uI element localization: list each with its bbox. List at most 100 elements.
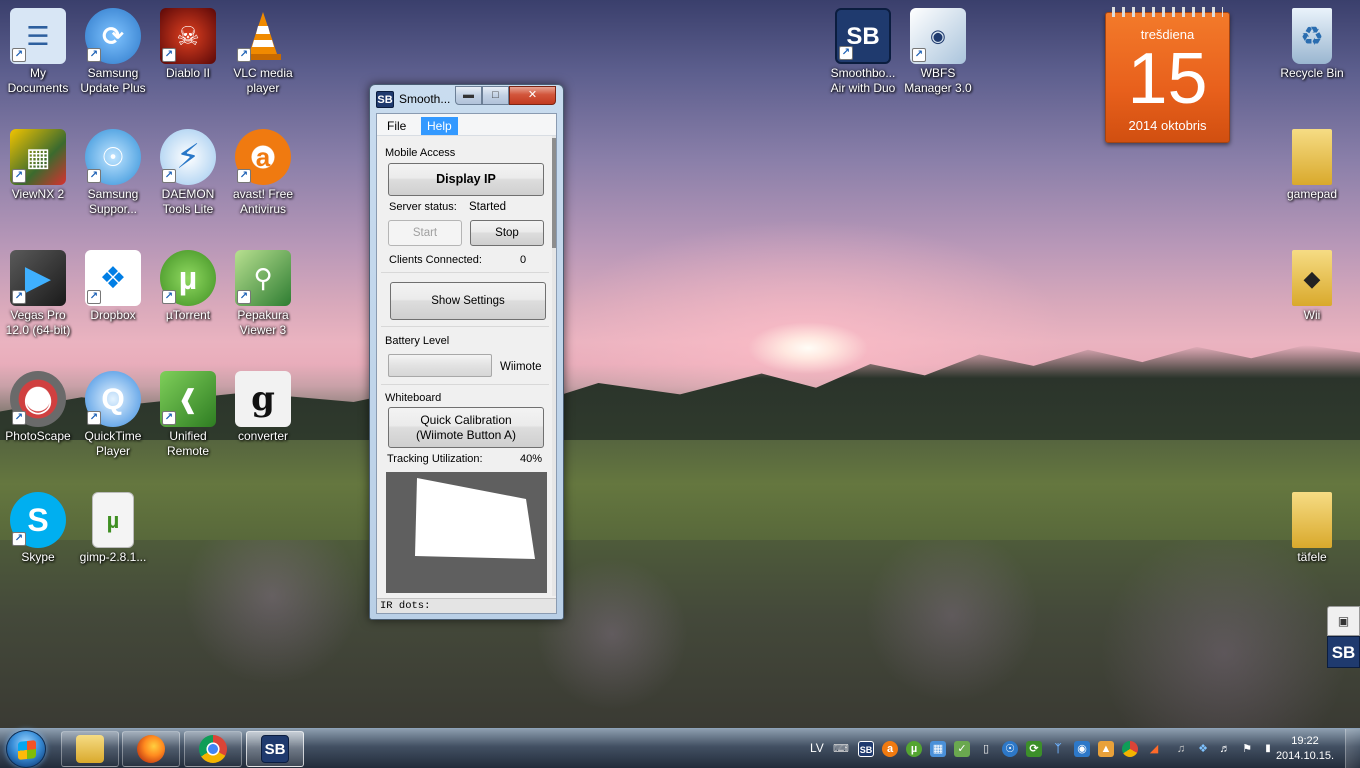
start-server-button[interactable]: Start [388,220,462,246]
minimize-button[interactable]: ▬ [455,86,482,105]
dropbox-tray-icon[interactable]: ❖ [1195,741,1211,757]
folder-icon [1292,492,1332,548]
scrollbar-thumb[interactable] [552,138,556,248]
pepakura-icon: ⚲ ↗ [235,250,291,306]
desktop-icon-pepakura[interactable]: ⚲ ↗ Pepakura Viewer 3 [225,250,301,338]
avast-icon: a ↗ [235,129,291,185]
sb-icon: SB [261,735,289,763]
avast-tray-icon[interactable]: a [882,741,898,757]
chrome-tray-icon[interactable] [1122,741,1138,757]
desktop-icon-utorrent[interactable]: µ ↗ µTorrent [150,250,226,323]
menu-file[interactable]: File [381,117,412,135]
desktop-icon-my-documents[interactable]: ☰ ↗ My Documents [0,8,76,96]
desktop-icon-wii-folder[interactable]: ◆ Wii [1274,250,1350,323]
maximize-button[interactable]: □ [482,86,509,105]
network-globe-tray-icon[interactable]: ☉ [1002,741,1018,757]
desktop-icon-gimp-torrent[interactable]: µ gimp-2.8.1... [75,492,151,565]
window-titlebar[interactable]: SB Smooth... ▬ □ ✕ [370,85,563,113]
ir-dots-status: IR dots: [377,598,556,613]
menu-help[interactable]: Help [421,117,458,135]
utorrent-tray-icon[interactable]: µ [906,741,922,757]
taskbar-explorer[interactable] [61,731,119,767]
wbfs-icon: ◉ ↗ [910,8,966,64]
minimize-icon: ▬ [463,89,474,101]
stop-server-button[interactable]: Stop [470,220,544,246]
maximize-icon: □ [492,89,499,101]
volume-icon[interactable]: ♬ [1217,741,1233,757]
tracking-area-shape [415,478,535,559]
desktop-icon-photoscape[interactable]: ◯ ↗ PhotoScape [0,371,76,444]
desktop-icon-vegas-pro[interactable]: ▶ ↗ Vegas Pro 12.0 (64-bit) [0,250,76,338]
keyboard-icon[interactable]: ⌨ [833,741,849,757]
display-ip-button[interactable]: Display IP [388,163,544,196]
restore-icon[interactable]: ▣ [1327,606,1360,636]
show-desktop-button[interactable] [1345,729,1360,768]
bluetooth-icon[interactable]: ᛉ [1050,741,1066,757]
battery-tray-icon[interactable]: ▯ [978,741,994,757]
scrollbar[interactable] [552,136,556,596]
language-indicator[interactable]: LV [810,741,824,755]
clock-date: 2014.10.15. [1275,750,1335,762]
smoothboard-window[interactable]: SB Smooth... ▬ □ ✕ File Help Mobile Acce… [369,84,564,620]
battery-level-bar [388,354,492,377]
calendar-gadget[interactable]: trešdiena 15 2014 oktobris [1105,7,1230,143]
desktop-icon-dropbox[interactable]: ❖ ↗ Dropbox [75,250,151,323]
close-icon: ✕ [527,89,538,101]
desktop-icon-skype[interactable]: S ↗ Skype [0,492,76,565]
sync-tray-icon[interactable]: ⟳ [1026,741,1042,757]
taskbar: SB LV ⌨ SB a µ ▦ ✓ ▯ ☉ ⟳ ᛉ ◉ ▲ ◢ ♫ ❖ ♬ ⚑… [0,728,1360,768]
meadow [0,540,1360,728]
desktop-icon-gamepad-folder[interactable]: gamepad [1274,129,1350,202]
desktop-icon-samsung-support[interactable]: ☉ ↗ Samsung Suppor... [75,129,151,217]
divider [381,326,549,327]
calendar-month-year: 2014 oktobris [1128,118,1207,133]
clients-connected-label: Clients Connected: [389,254,482,266]
taskbar-clock[interactable]: 19:22 2014.10.15. [1272,734,1338,764]
show-settings-button[interactable]: Show Settings [390,282,546,320]
traffic-cone-icon: ↗ [235,8,291,64]
battery-level-label: Battery Level [385,335,450,347]
folder-icon: ◆ [1292,250,1332,306]
sb-app-icon: SB [376,91,394,108]
side-gadget[interactable]: ▣ SB [1327,606,1360,668]
desktop-icon-tafele-folder[interactable]: täfele [1274,492,1350,565]
desktop-icon-avast[interactable]: a ↗ avast! Free Antivirus [225,129,301,217]
ir-tracking-view [386,472,547,593]
folder-icon [76,735,104,763]
desktop-icon-samsung-update-plus[interactable]: ⟳ ↗ Samsung Update Plus [75,8,151,96]
desktop-icon-quicktime[interactable]: Q ↗ QuickTime Player [75,371,151,459]
desktop-icon-smoothboard[interactable]: SB ↗ Smoothbo... Air with Duo [825,8,901,96]
desktop-icon-converter[interactable]: g converter [225,371,301,444]
desktop-icon-daemon-tools[interactable]: ⚡ ↗ DAEMON Tools Lite [150,129,226,217]
desktop-icon-recycle-bin[interactable]: ♻ Recycle Bin [1274,8,1350,81]
lightning-icon: ⚡ ↗ [160,129,216,185]
divider [381,272,549,273]
security-tray-icon[interactable]: ✓ [954,741,970,757]
quick-calibration-line2: (Wiimote Button A) [415,428,517,442]
skype-icon: S ↗ [10,492,66,548]
taskbar-chrome[interactable] [184,731,242,767]
sb-tray-icon[interactable]: SB [858,741,874,757]
windows-logo-icon [18,740,36,760]
chrome-icon [199,735,227,763]
desktop-icon-viewnx-2[interactable]: ▦ ↗ ViewNX 2 [0,129,76,202]
wifi-icon: ❰ ↗ [160,371,216,427]
remote-tray-icon[interactable]: ◉ [1074,741,1090,757]
desktop-icon-diablo-ii[interactable]: ☠ ↗ Diablo II [150,8,226,81]
close-button[interactable]: ✕ [509,86,556,105]
start-button[interactable] [6,730,46,768]
desktop-icon-wbfs-manager[interactable]: ◉ ↗ WBFS Manager 3.0 [900,8,976,96]
action-center-flag-icon[interactable]: ⚑ [1239,741,1255,757]
speaker-muted-icon[interactable]: ◢ [1146,741,1162,757]
desktop-icon-unified-remote[interactable]: ❰ ↗ Unified Remote [150,371,226,459]
photo-tray-icon[interactable]: ▦ [930,741,946,757]
desktop[interactable]: ☰ ↗ My Documents ⟳ ↗ Samsung Update Plus ☠… [0,0,1360,728]
notification-bell-icon[interactable]: ♫ [1173,741,1189,757]
calendar-rings [1112,7,1223,17]
update-tray-icon[interactable]: ▲ [1098,741,1114,757]
desktop-icon-vlc[interactable]: ↗ VLC media player [225,8,301,96]
quick-calibration-button[interactable]: Quick Calibration (Wiimote Button A) [388,407,544,448]
sb-gadget-icon[interactable]: SB [1327,636,1360,668]
taskbar-smoothboard[interactable]: SB [246,731,304,767]
taskbar-firefox[interactable] [122,731,180,767]
